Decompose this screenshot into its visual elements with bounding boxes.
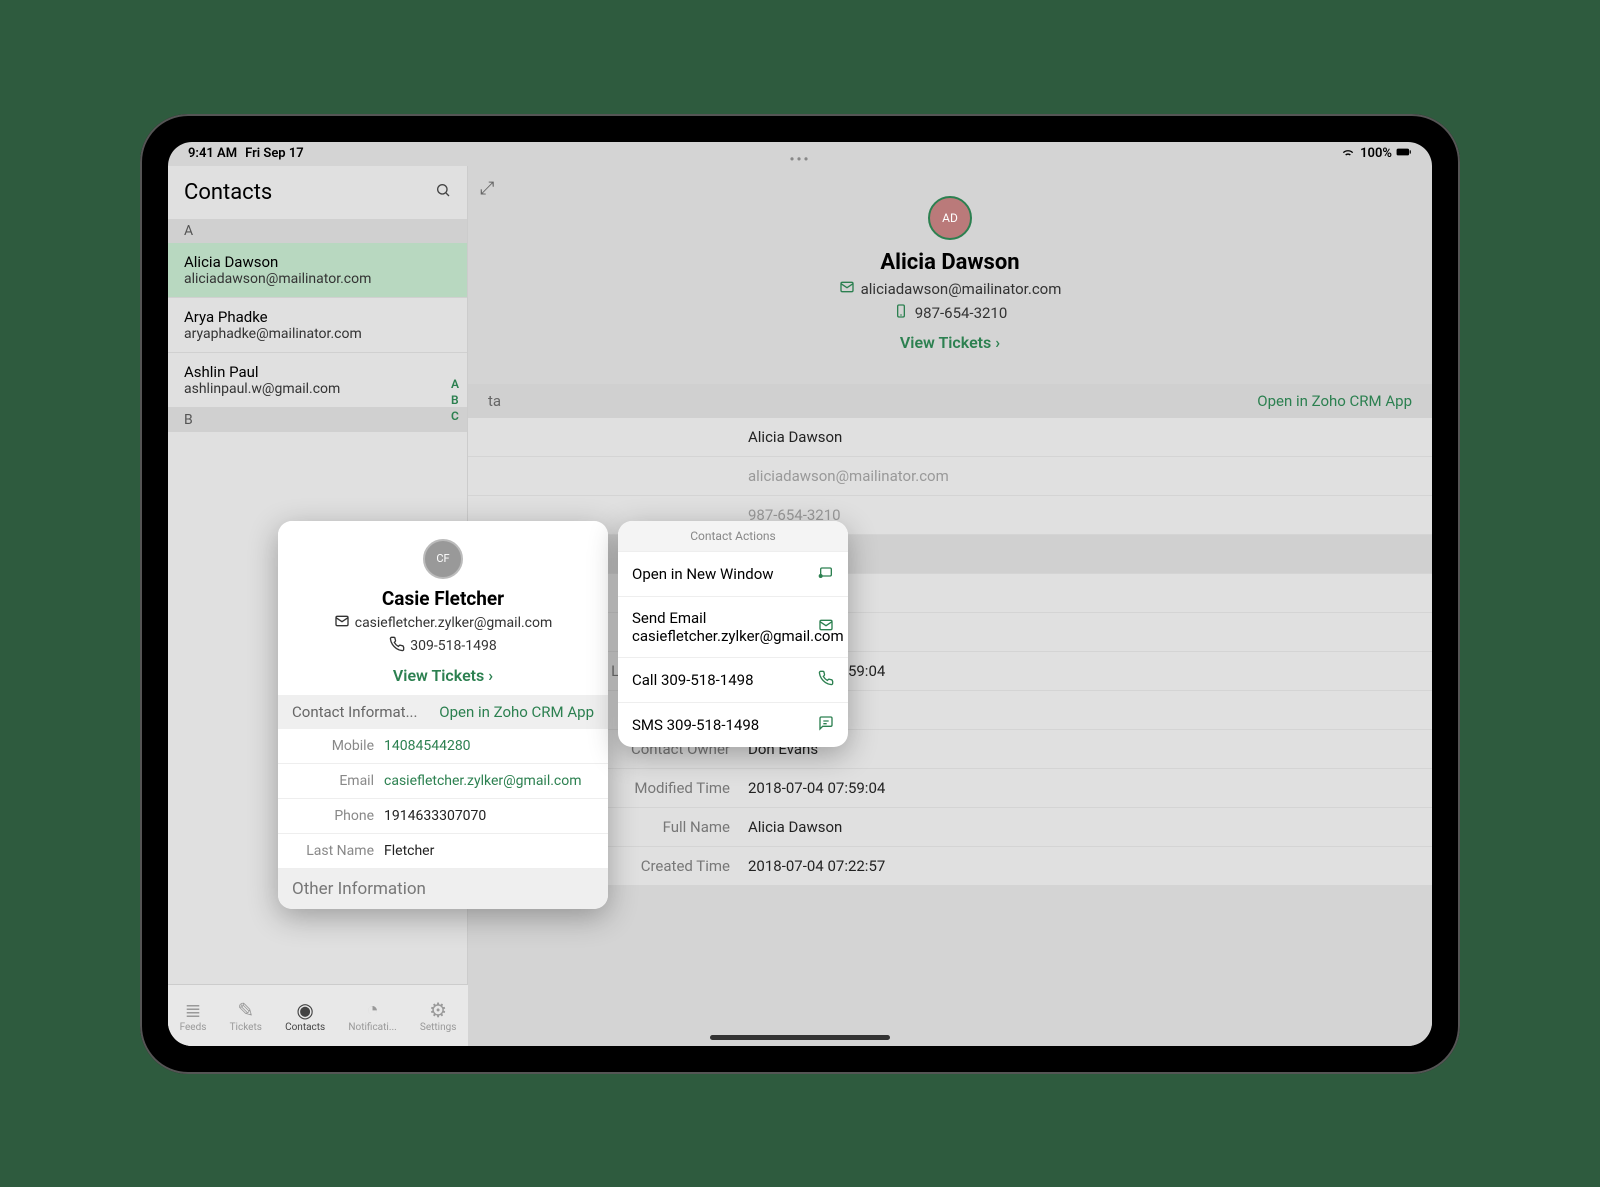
field-value: 2018-07-04 07:22:57 xyxy=(748,857,885,875)
popup-phone[interactable]: 309-518-1498 xyxy=(410,638,496,654)
mail-icon xyxy=(818,617,834,637)
detail-email[interactable]: aliciadawson@mailinator.com xyxy=(861,280,1062,298)
field-value: aliciadawson@mailinator.com xyxy=(748,467,949,485)
field-value[interactable]: casiefletcher.zylker@gmail.com xyxy=(384,773,594,789)
status-time: 9:41 AM xyxy=(188,146,237,161)
avatar[interactable]: AD xyxy=(928,196,972,240)
view-tickets-link[interactable]: View Tickets › xyxy=(393,666,493,685)
section-header: A xyxy=(168,219,467,243)
action-sms[interactable]: SMS 309-518-1498 xyxy=(618,702,848,747)
tab-notifications[interactable]: ◔Notificati... xyxy=(348,997,396,1033)
field-value: 2018-07-04 07:59:04 xyxy=(748,779,885,797)
contact-item[interactable]: Alicia Dawson aliciadawson@mailinator.co… xyxy=(168,243,467,298)
feeds-icon: ≣ xyxy=(180,998,207,1022)
status-bar: 9:41 AM Fri Sep 17 ••• 100% xyxy=(168,142,1432,166)
detail-phone[interactable]: 987-654-3210 xyxy=(915,304,1008,322)
detail-name: Alicia Dawson xyxy=(468,250,1432,275)
contact-preview-popup: CF Casie Fletcher casiefletcher.zylker@g… xyxy=(278,521,608,909)
new-window-icon xyxy=(818,564,834,584)
contact-name: Arya Phadke xyxy=(184,308,451,326)
contact-email: aliciadawson@mailinator.com xyxy=(184,271,451,287)
action-call[interactable]: Call 309-518-1498 xyxy=(618,657,848,702)
tab-contacts[interactable]: ◉Contacts xyxy=(285,998,325,1033)
popup-name: Casie Fletcher xyxy=(278,587,608,610)
phone-icon xyxy=(893,303,909,323)
field-value: Alicia Dawson xyxy=(748,428,842,446)
tab-settings[interactable]: ⚙Settings xyxy=(420,998,457,1033)
info-section-label: ta xyxy=(488,392,501,410)
field-label: Email xyxy=(292,773,384,789)
mail-icon xyxy=(334,613,350,633)
section-header: B xyxy=(168,408,467,432)
sms-icon xyxy=(818,715,834,735)
contact-actions-popup: Contact Actions Open in New Window Send … xyxy=(618,521,848,747)
screen: 9:41 AM Fri Sep 17 ••• 100% Contacts xyxy=(168,142,1432,1046)
field-label: Mobile xyxy=(292,738,384,754)
other-info-section: Other Information xyxy=(278,869,608,909)
battery-percent: 100% xyxy=(1360,146,1392,161)
field-value: Fletcher xyxy=(384,843,594,859)
action-send-email[interactable]: Send Email casiefletcher.zylker@gmail.co… xyxy=(618,596,848,657)
expand-icon[interactable]: ⤢ xyxy=(480,178,494,199)
action-open-new-window[interactable]: Open in New Window xyxy=(618,551,848,596)
tab-feeds[interactable]: ≣Feeds xyxy=(180,998,207,1033)
info-section-label: Contact Informat... xyxy=(292,703,417,721)
avatar[interactable]: CF xyxy=(423,539,463,579)
field-value: Alicia Dawson xyxy=(748,818,842,836)
field-label: Phone xyxy=(292,808,384,824)
tickets-icon: ✎ xyxy=(230,998,262,1022)
home-indicator[interactable] xyxy=(710,1035,890,1040)
actions-title: Contact Actions xyxy=(618,521,848,551)
contact-email: ashlinpaul.w@gmail.com xyxy=(184,381,451,397)
wifi-icon xyxy=(1340,144,1356,164)
sidebar-title: Contacts xyxy=(184,180,272,205)
field-value: 1914633307070 xyxy=(384,808,594,824)
detail-pane: ⤢ AD Alicia Dawson aliciadawson@mailinat… xyxy=(468,166,1432,1046)
bell-icon: ◔ xyxy=(348,997,396,1022)
search-icon[interactable] xyxy=(435,182,451,203)
contact-item[interactable]: Ashlin Paul ashlinpaul.w@gmail.com xyxy=(168,353,467,408)
gear-icon: ⚙ xyxy=(420,998,457,1022)
phone-icon xyxy=(818,670,834,690)
tab-bar: ≣Feeds ✎Tickets ◉Contacts ◔Notificati...… xyxy=(168,984,468,1046)
view-tickets-link[interactable]: View Tickets › xyxy=(900,333,1000,352)
tablet-frame: 9:41 AM Fri Sep 17 ••• 100% Contacts xyxy=(140,114,1460,1074)
tab-tickets[interactable]: ✎Tickets xyxy=(230,998,262,1033)
mail-icon xyxy=(839,279,855,299)
alpha-index[interactable]: A B C xyxy=(447,376,463,424)
contact-email: aryaphadke@mailinator.com xyxy=(184,326,451,342)
field-label: Last Name xyxy=(292,843,384,859)
popup-email[interactable]: casiefletcher.zylker@gmail.com xyxy=(355,615,553,631)
contact-name: Alicia Dawson xyxy=(184,253,451,271)
open-crm-link[interactable]: Open in Zoho CRM App xyxy=(439,703,594,721)
status-date: Fri Sep 17 xyxy=(245,146,304,161)
contacts-icon: ◉ xyxy=(285,998,325,1022)
field-value[interactable]: 14084544280 xyxy=(384,738,594,754)
contact-item[interactable]: Arya Phadke aryaphadke@mailinator.com xyxy=(168,298,467,353)
open-crm-link[interactable]: Open in Zoho CRM App xyxy=(1257,392,1412,410)
battery-icon xyxy=(1396,144,1412,164)
phone-icon xyxy=(389,636,405,656)
contact-name: Ashlin Paul xyxy=(184,363,451,381)
